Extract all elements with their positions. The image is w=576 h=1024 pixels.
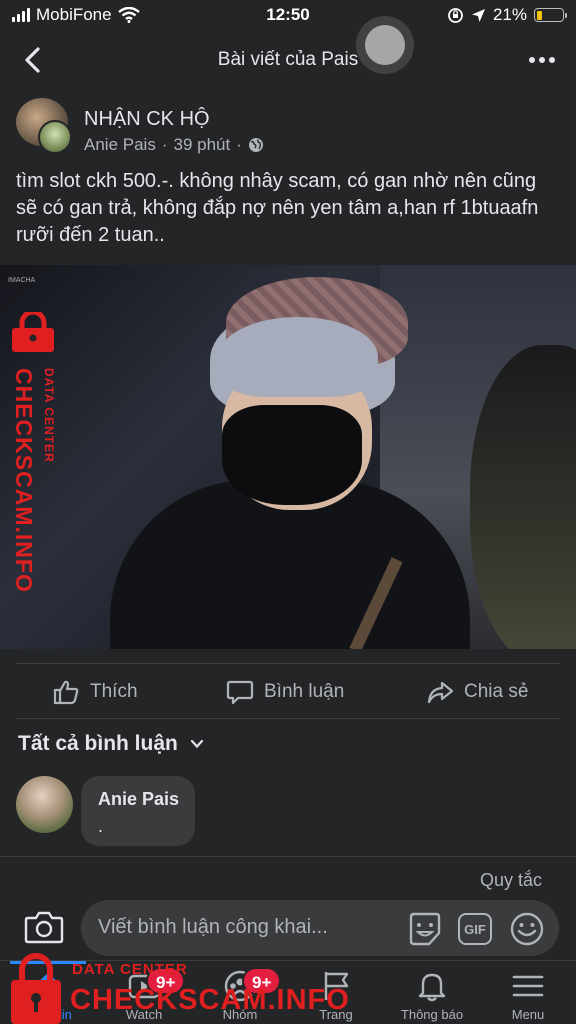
post-photo[interactable]: IMACHA <box>0 265 576 649</box>
meta-separator: · <box>161 135 168 154</box>
watermark-small-text: DATA CENTER <box>72 961 188 978</box>
orientation-lock-icon <box>448 7 463 23</box>
like-label: Thích <box>90 681 138 702</box>
watermark-small-text: DATA CENTER <box>42 368 56 463</box>
dot-icon <box>539 57 545 63</box>
tab-label: Thông báo <box>400 1007 464 1022</box>
tab-menu[interactable]: Menu <box>480 961 576 1024</box>
divider <box>16 718 560 719</box>
post-header: NHẬN CK HỘ Anie Pais · 39 phút · <box>0 96 576 160</box>
share-button[interactable]: Chia sẻ <box>426 667 528 717</box>
divider <box>16 663 560 664</box>
watermark-lock-icon <box>11 953 61 1024</box>
comments-filter-label: Tất cả bình luận <box>18 732 178 755</box>
menu-icon <box>512 975 544 997</box>
meta-separator: · <box>236 135 242 154</box>
assistive-touch-inner <box>365 25 405 65</box>
more-options-button[interactable] <box>524 46 560 74</box>
battery-icon <box>534 8 567 22</box>
photo-person-mask <box>222 405 362 505</box>
comment-input-placeholder: Viết bình luận công khai... <box>98 916 328 938</box>
comments-filter-dropdown[interactable]: Tất cả bình luận <box>18 732 204 756</box>
watermark-bottom: DATA CENTER CHECKSCAM.INFO <box>0 948 360 1024</box>
assistive-touch-button[interactable] <box>356 16 414 74</box>
location-icon <box>471 8 485 22</box>
watermark-vertical: CHECKSCAM.INFO DATA CENTER <box>5 368 59 593</box>
post-actions: Thích Bình luận Chia sẻ <box>0 667 576 717</box>
rules-link[interactable]: Quy tắc <box>480 870 542 891</box>
comment-bubble[interactable]: Anie Pais . <box>81 776 195 846</box>
commenter-avatar[interactable] <box>16 776 73 833</box>
post-text: tìm slot ckh 500.-. không nhây scam, có … <box>16 170 539 246</box>
status-right: 21% <box>447 5 567 25</box>
author-avatar <box>38 120 72 154</box>
camera-icon[interactable] <box>24 909 64 945</box>
battery-percent: 21% <box>492 5 527 24</box>
watermark-big-text: CHECKSCAM.INFO <box>11 368 37 593</box>
chevron-down-icon <box>190 739 203 749</box>
thumbs-up-icon <box>53 680 79 705</box>
post-author[interactable]: Anie Pais <box>84 135 156 155</box>
watermark-lock-icon <box>12 312 54 352</box>
status-bar: MobiFone 12:50 21% <box>0 0 576 30</box>
comment-button[interactable]: Bình luận <box>226 667 344 717</box>
page-title: Bài viết của Pais <box>217 49 359 70</box>
comment-item: Anie Pais . <box>16 776 576 851</box>
globe-icon <box>248 138 263 152</box>
battery-fill <box>536 10 542 20</box>
share-label: Chia sẻ <box>464 681 529 702</box>
like-button[interactable]: Thích <box>52 667 138 717</box>
photo-person-fringe <box>218 317 378 397</box>
share-icon <box>427 681 454 704</box>
comment-label: Bình luận <box>264 681 345 702</box>
dot-icon <box>529 57 535 63</box>
page-name[interactable]: NHẬN CK HỘ <box>84 108 210 131</box>
sticker-icon[interactable] <box>407 911 443 947</box>
tab-label: Menu <box>511 1007 545 1022</box>
watermark-big-text: CHECKSCAM.INFO <box>70 984 350 1016</box>
gif-button[interactable]: GIF <box>458 913 492 945</box>
comment-text: . <box>98 816 104 836</box>
comment-icon <box>226 680 254 705</box>
post-time[interactable]: 39 phút <box>174 135 231 155</box>
photo-tag: IMACHA <box>8 277 36 284</box>
page-avatar[interactable] <box>16 98 74 156</box>
bell-icon <box>418 973 446 1002</box>
dot-icon <box>549 57 555 63</box>
emoji-icon[interactable] <box>509 911 545 947</box>
post-meta: Anie Pais · 39 phút · <box>84 135 264 155</box>
nav-bar: Bài viết của Pais <box>0 34 576 84</box>
commenter-name[interactable]: Anie Pais <box>98 789 179 810</box>
comment-composer: Quy tắc Viết bình luận công khai... GIF <box>0 856 576 960</box>
tab-notifications[interactable]: Thông báo <box>384 961 480 1024</box>
